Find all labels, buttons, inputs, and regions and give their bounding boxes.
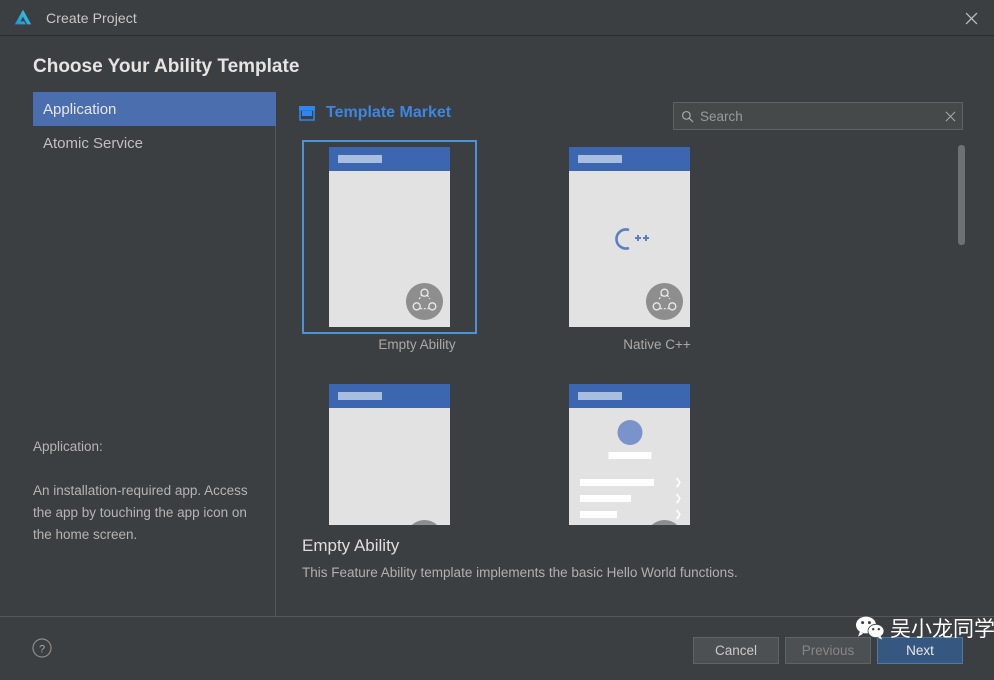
template-market-label: Template Market — [326, 104, 452, 121]
preview-title-placeholder — [578, 155, 622, 163]
selected-template-name: Empty Ability — [302, 536, 400, 555]
search-clear-button[interactable] — [938, 103, 962, 129]
create-project-dialog: Create Project Choose Your Ability Templ… — [0, 0, 994, 680]
search-box[interactable] — [673, 102, 963, 130]
template-preview — [329, 147, 450, 327]
chevron-right-icon: ❯ — [674, 509, 682, 519]
search-input[interactable] — [700, 108, 938, 124]
preview-list-bar — [580, 479, 654, 486]
selected-template-description: This Feature Ability template implements… — [302, 565, 738, 580]
template-card-native-cpp[interactable] — [542, 140, 717, 334]
preview-list-item: ❯ — [580, 510, 682, 519]
help-icon[interactable]: ? — [32, 638, 52, 658]
footer-divider — [0, 616, 994, 617]
preview-app-bar — [329, 147, 450, 171]
preview-app-bar — [329, 384, 450, 408]
store-icon — [297, 103, 317, 123]
previous-button[interactable]: Previous — [785, 637, 871, 664]
close-icon — [945, 111, 955, 121]
scrollbar-thumb[interactable] — [958, 145, 965, 245]
preview-list-item: ❯ — [580, 478, 682, 487]
feature-ability-icon — [405, 282, 444, 321]
feature-ability-icon — [645, 519, 684, 525]
page-title: Choose Your Ability Template — [33, 56, 300, 77]
chevron-right-icon: ❯ — [674, 493, 682, 503]
preview-title-placeholder — [578, 392, 622, 400]
sidebar-description: Application: An installation-required ap… — [33, 436, 258, 546]
chevron-right-icon: ❯ — [674, 477, 682, 487]
template-card-row2-right[interactable]: ❯ ❯ ❯ ❯ — [542, 377, 717, 525]
preview-app-bar — [569, 147, 690, 171]
preview-app-bar — [569, 384, 690, 408]
preview-title-placeholder — [338, 392, 382, 400]
preview-name-placeholder — [608, 452, 651, 459]
template-preview: ❯ ❯ ❯ ❯ — [569, 384, 690, 525]
next-button[interactable]: Next — [877, 637, 963, 664]
sidebar-item-label: Application — [43, 100, 117, 118]
template-preview — [569, 147, 690, 327]
preview-list: ❯ ❯ ❯ ❯ — [580, 478, 682, 525]
template-card-label: Empty Ability — [378, 337, 456, 352]
template-cell: ❯ ❯ ❯ ❯ — [537, 377, 777, 525]
template-card-row2-left[interactable] — [302, 377, 477, 525]
sidebar: Application Atomic Service Application: … — [0, 92, 276, 616]
sidebar-description-heading: Application: — [33, 439, 103, 454]
template-cell: Empty Ability — [297, 140, 537, 352]
template-market-link[interactable]: Template Market — [297, 103, 451, 123]
preview-avatar — [617, 420, 642, 445]
title-bar: Create Project — [0, 0, 994, 36]
cpp-logo-icon — [569, 225, 690, 253]
preview-list-bar — [580, 495, 631, 502]
feature-ability-icon — [405, 519, 444, 525]
close-button[interactable] — [948, 0, 994, 36]
cancel-button[interactable]: Cancel — [693, 637, 779, 664]
preview-list-bar — [580, 511, 617, 518]
feature-ability-icon — [645, 282, 684, 321]
template-cell — [297, 377, 537, 525]
template-preview — [329, 384, 450, 525]
template-card-empty-ability[interactable] — [302, 140, 477, 334]
template-card-label: Native C++ — [623, 337, 691, 352]
sidebar-item-atomic-service[interactable]: Atomic Service — [33, 126, 276, 160]
window-title: Create Project — [46, 9, 137, 26]
search-icon — [681, 110, 694, 123]
preview-title-placeholder — [338, 155, 382, 163]
template-grid-scrollbar[interactable] — [958, 145, 965, 525]
preview-list-item: ❯ — [580, 494, 682, 503]
deveco-studio-logo-icon — [12, 7, 34, 29]
close-icon — [965, 12, 977, 24]
sidebar-item-label: Atomic Service — [43, 134, 144, 152]
sidebar-description-body: An installation-required app. Access the… — [33, 483, 248, 542]
template-cell: Native C++ — [537, 140, 777, 352]
sidebar-item-application[interactable]: Application — [33, 92, 276, 126]
template-grid: Empty Ability Native C++ ❯ ❯ ❯ — [297, 140, 963, 525]
svg-text:?: ? — [39, 643, 45, 655]
